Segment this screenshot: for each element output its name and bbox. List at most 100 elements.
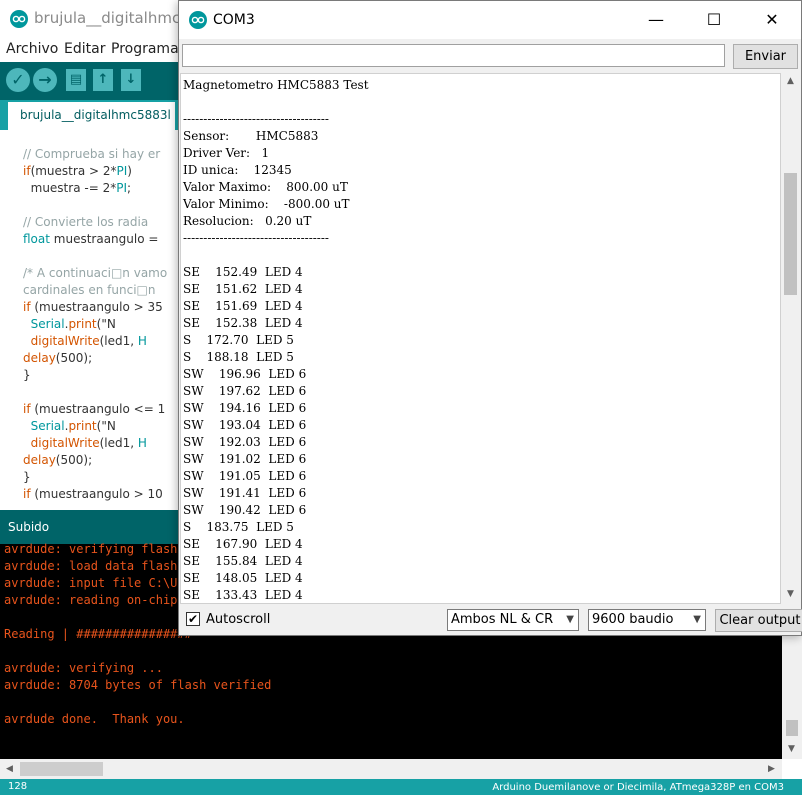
console-line: avrdude done. Thank you. xyxy=(4,712,185,726)
console-line: avrdude: verifying flash xyxy=(4,542,178,556)
baud-rate-value: 9600 baudio xyxy=(592,612,674,627)
serial-output[interactable]: Magnetometro HMC5883 Test --------------… xyxy=(180,73,781,604)
code-line: digitalWrite(led1, H xyxy=(30,436,147,450)
code-line: delay(500); xyxy=(23,351,93,365)
new-sketch-icon[interactable]: ▤ xyxy=(66,69,86,91)
autoscroll-label: Autoscroll xyxy=(206,612,271,627)
board-info: Arduino Duemilanove or Diecimila, ATmega… xyxy=(492,782,784,793)
line-number: 128 xyxy=(8,781,28,792)
scroll-right-icon[interactable]: ▶ xyxy=(762,761,781,777)
console-line: Reading | ################ xyxy=(4,627,192,641)
ide-bottom-bar: 128 Arduino Duemilanove or Diecimila, AT… xyxy=(0,779,802,795)
output-line: Driver Ver: 1 xyxy=(183,146,270,160)
scroll-up-icon[interactable]: ▲ xyxy=(781,73,800,89)
upload-status: Subido xyxy=(8,520,50,534)
serial-input-field[interactable] xyxy=(182,44,725,67)
serial-monitor-title: COM3 xyxy=(213,12,255,28)
scroll-down-icon[interactable]: ▼ xyxy=(782,741,801,757)
close-icon[interactable]: ✕ xyxy=(743,1,801,39)
code-line: delay(500); xyxy=(23,453,93,467)
scroll-left-icon[interactable]: ◀ xyxy=(0,761,19,777)
open-sketch-icon[interactable]: ↑ xyxy=(93,69,113,91)
output-line: Resolucion: 0.20 uT xyxy=(183,214,312,228)
arduino-logo-icon xyxy=(189,11,207,33)
output-line: SE 152.38 LED 4 xyxy=(183,316,303,330)
output-line: SW 194.16 LED 6 xyxy=(183,401,307,415)
output-line: SW 197.62 LED 6 xyxy=(183,384,307,398)
code-line: float muestraangulo = xyxy=(23,232,159,246)
code-line: Serial.print("N xyxy=(30,419,116,433)
chevron-down-icon: ▼ xyxy=(566,614,574,625)
code-line: if(muestra > 2*PI) xyxy=(23,164,132,178)
code-line: cardinales en funci□n xyxy=(23,283,156,297)
code-line: if (muestraangulo <= 1 xyxy=(23,402,166,416)
output-line: SW 190.42 LED 6 xyxy=(183,503,307,517)
output-line: SE 151.62 LED 4 xyxy=(183,282,303,296)
output-line: S 172.70 LED 5 xyxy=(183,333,294,347)
code-line: if (muestraangulo > 10 xyxy=(23,487,163,501)
output-line: SE 167.90 LED 4 xyxy=(183,537,303,551)
autoscroll-checkbox[interactable]: ✔ xyxy=(186,612,200,626)
code-line: } xyxy=(23,368,31,382)
output-line: ------------------------------------ xyxy=(183,112,329,126)
scrollbar-thumb[interactable] xyxy=(786,720,798,736)
menu-programa[interactable]: Programa xyxy=(111,41,179,57)
code-line: /* A continuaci□n vamo xyxy=(23,266,168,280)
send-button[interactable]: Enviar xyxy=(733,44,798,69)
output-line: Sensor: HMC5883 xyxy=(183,129,319,143)
minimize-icon[interactable]: — xyxy=(627,1,685,39)
clear-output-button[interactable]: Clear output xyxy=(715,609,802,632)
serial-monitor-title-bar: COM3 — ☐ ✕ xyxy=(179,1,801,39)
output-line: SW 196.96 LED 6 xyxy=(183,367,307,381)
console-line: avrdude: input file C:\Us xyxy=(4,576,185,590)
code-line: // Convierte los radia xyxy=(23,215,149,229)
menu-editar[interactable]: Editar xyxy=(64,41,105,57)
output-line: Valor Maximo: 800.00 uT xyxy=(183,180,348,194)
chevron-down-icon: ▼ xyxy=(693,614,701,625)
code-line: Serial.print("N xyxy=(30,317,116,331)
console-horizontal-scrollbar[interactable]: ◀ ▶ xyxy=(0,759,782,779)
output-line: SE 151.69 LED 4 xyxy=(183,299,303,313)
serial-monitor-window: COM3 — ☐ ✕ Enviar Magnetometro HMC5883 T… xyxy=(178,0,802,636)
maximize-icon[interactable]: ☐ xyxy=(685,1,743,39)
console-line: avrdude: load data flash xyxy=(4,559,178,573)
output-line: SE 155.84 LED 4 xyxy=(183,554,303,568)
output-line: ID unica: 12345 xyxy=(183,163,292,177)
menu-archivo[interactable]: Archivo xyxy=(6,41,58,57)
output-line: Magnetometro HMC5883 Test xyxy=(183,78,369,92)
output-line: ------------------------------------ xyxy=(183,231,329,245)
output-line: SW 191.41 LED 6 xyxy=(183,486,307,500)
scrollbar-thumb[interactable] xyxy=(784,173,797,295)
code-line: digitalWrite(led1, H xyxy=(30,334,147,348)
console-line: avrdude: reading on-chip xyxy=(4,593,178,607)
scroll-down-icon[interactable]: ▼ xyxy=(781,586,800,602)
console-line: avrdude: 8704 bytes of flash verified xyxy=(4,678,272,692)
output-line: SE 148.05 LED 4 xyxy=(183,571,303,585)
output-line: SW 193.04 LED 6 xyxy=(183,418,307,432)
output-line: SE 133.43 LED 4 xyxy=(183,588,303,602)
scrollbar-thumb[interactable] xyxy=(20,762,103,776)
baud-rate-select[interactable]: 9600 baudio ▼ xyxy=(588,609,706,631)
line-ending-select[interactable]: Ambos NL & CR ▼ xyxy=(447,609,579,631)
tab-sketch[interactable]: brujula__digitalhmc5883l xyxy=(8,102,175,130)
output-line: S 188.18 LED 5 xyxy=(183,350,294,364)
serial-monitor-controls: ✔ Autoscroll Ambos NL & CR ▼ 9600 baudio… xyxy=(179,605,802,635)
output-line: S 183.75 LED 5 xyxy=(183,520,294,534)
code-line: if (muestraangulo > 35 xyxy=(23,300,163,314)
code-line: } xyxy=(23,470,31,484)
output-line: SW 191.02 LED 6 xyxy=(183,452,307,466)
upload-icon[interactable]: → xyxy=(33,68,57,92)
output-line: SW 191.05 LED 6 xyxy=(183,469,307,483)
save-sketch-icon[interactable]: ↓ xyxy=(121,69,141,91)
ide-window-title: brujula__digitalhmc58 xyxy=(34,9,200,27)
line-ending-value: Ambos NL & CR xyxy=(451,612,554,627)
verify-icon[interactable]: ✓ xyxy=(6,68,30,92)
code-line: muestra -= 2*PI; xyxy=(23,181,132,195)
console-line: avrdude: verifying ... xyxy=(4,661,163,675)
output-line: SW 192.03 LED 6 xyxy=(183,435,307,449)
output-line: Valor Minimo: -800.00 uT xyxy=(183,197,350,211)
serial-output-scrollbar[interactable]: ▲ ▼ xyxy=(781,73,800,604)
output-line: SE 152.49 LED 4 xyxy=(183,265,303,279)
arduino-logo-icon xyxy=(10,10,28,32)
code-line: // Comprueba si hay er xyxy=(23,147,161,161)
